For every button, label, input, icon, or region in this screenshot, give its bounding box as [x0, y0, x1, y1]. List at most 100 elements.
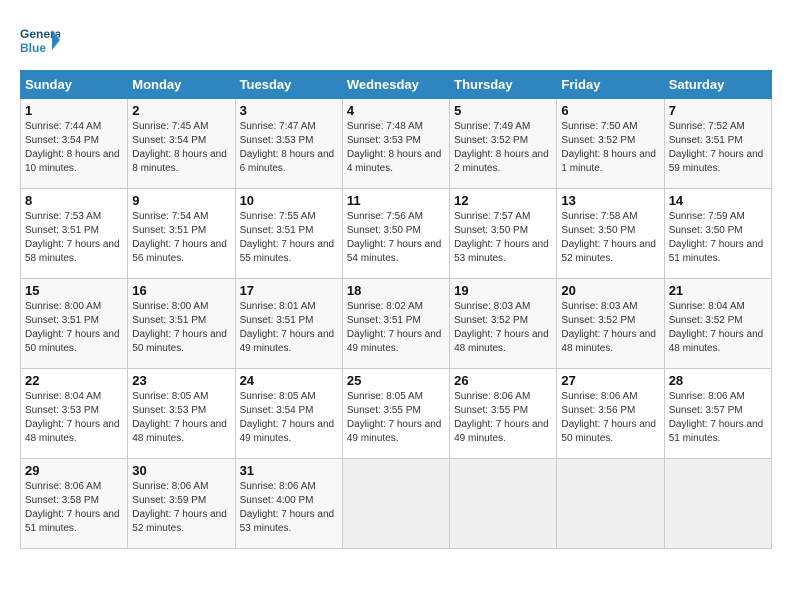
calendar-cell: 13 Sunrise: 7:58 AMSunset: 3:50 PMDayligh…	[557, 189, 664, 279]
day-number: 4	[347, 103, 445, 118]
day-number: 8	[25, 193, 123, 208]
day-info: Sunrise: 8:06 AMSunset: 3:57 PMDaylight:…	[669, 390, 767, 446]
day-number: 24	[240, 373, 338, 388]
day-info: Sunrise: 8:06 AMSunset: 3:59 PMDaylight:…	[132, 480, 230, 536]
day-info: Sunrise: 8:06 AMSunset: 3:55 PMDaylight:…	[454, 390, 552, 446]
day-info: Sunrise: 8:06 AMSunset: 3:56 PMDaylight:…	[561, 390, 659, 446]
calendar-cell: 28 Sunrise: 8:06 AMSunset: 3:57 PMDayligh…	[664, 369, 771, 459]
calendar-table: SundayMondayTuesdayWednesdayThursdayFrid…	[20, 70, 772, 549]
day-info: Sunrise: 8:04 AMSunset: 3:52 PMDaylight:…	[669, 300, 767, 356]
day-info: Sunrise: 7:56 AMSunset: 3:50 PMDaylight:…	[347, 210, 445, 266]
day-number: 12	[454, 193, 552, 208]
calendar-cell: 12Sunrise: 7:57 AMSunset: 3:50 PMDayligh…	[450, 189, 557, 279]
day-info: Sunrise: 7:55 AMSunset: 3:51 PMDaylight:…	[240, 210, 338, 266]
calendar-header-row: SundayMondayTuesdayWednesdayThursdayFrid…	[21, 71, 772, 99]
calendar-day-header: Tuesday	[235, 71, 342, 99]
day-number: 6	[561, 103, 659, 118]
calendar-cell: 31 Sunrise: 8:06 AMSunset: 4:00 PMDayligh…	[235, 459, 342, 549]
day-info: Sunrise: 7:44 AMSunset: 3:54 PMDaylight:…	[25, 120, 123, 176]
calendar-cell: 10 Sunrise: 7:55 AMSunset: 3:51 PMDayligh…	[235, 189, 342, 279]
calendar-cell: 24Sunrise: 8:05 AMSunset: 3:54 PMDayligh…	[235, 369, 342, 459]
calendar-cell	[450, 459, 557, 549]
day-number: 7	[669, 103, 767, 118]
day-number: 15	[25, 283, 123, 298]
day-info: Sunrise: 7:58 AMSunset: 3:50 PMDaylight:…	[561, 210, 659, 266]
calendar-cell: 7 Sunrise: 7:52 AMSunset: 3:51 PMDaylight…	[664, 99, 771, 189]
calendar-cell	[557, 459, 664, 549]
calendar-day-header: Wednesday	[342, 71, 449, 99]
day-number: 26	[454, 373, 552, 388]
calendar-week-row: 22 Sunrise: 8:04 AMSunset: 3:53 PMDayligh…	[21, 369, 772, 459]
svg-text:Blue: Blue	[20, 41, 46, 55]
day-info: Sunrise: 7:45 AMSunset: 3:54 PMDaylight:…	[132, 120, 230, 176]
day-info: Sunrise: 7:50 AMSunset: 3:52 PMDaylight:…	[561, 120, 659, 176]
day-info: Sunrise: 8:04 AMSunset: 3:53 PMDaylight:…	[25, 390, 123, 446]
calendar-day-header: Sunday	[21, 71, 128, 99]
calendar-cell: 17Sunrise: 8:01 AMSunset: 3:51 PMDayligh…	[235, 279, 342, 369]
day-number: 20	[561, 283, 659, 298]
day-number: 21	[669, 283, 767, 298]
day-number: 18	[347, 283, 445, 298]
calendar-cell: 5 Sunrise: 7:49 AMSunset: 3:52 PMDaylight…	[450, 99, 557, 189]
day-info: Sunrise: 7:49 AMSunset: 3:52 PMDaylight:…	[454, 120, 552, 176]
day-info: Sunrise: 8:00 AMSunset: 3:51 PMDaylight:…	[132, 300, 230, 356]
day-number: 13	[561, 193, 659, 208]
calendar-cell: 26 Sunrise: 8:06 AMSunset: 3:55 PMDayligh…	[450, 369, 557, 459]
calendar-cell: 19 Sunrise: 8:03 AMSunset: 3:52 PMDayligh…	[450, 279, 557, 369]
day-number: 5	[454, 103, 552, 118]
day-number: 11	[347, 193, 445, 208]
calendar-cell: 30 Sunrise: 8:06 AMSunset: 3:59 PMDayligh…	[128, 459, 235, 549]
calendar-cell: 3Sunrise: 7:47 AMSunset: 3:53 PMDaylight…	[235, 99, 342, 189]
calendar-cell: 22 Sunrise: 8:04 AMSunset: 3:53 PMDayligh…	[21, 369, 128, 459]
day-number: 28	[669, 373, 767, 388]
calendar-cell: 25 Sunrise: 8:05 AMSunset: 3:55 PMDayligh…	[342, 369, 449, 459]
calendar-cell: 15Sunrise: 8:00 AMSunset: 3:51 PMDayligh…	[21, 279, 128, 369]
calendar-cell: 23 Sunrise: 8:05 AMSunset: 3:53 PMDayligh…	[128, 369, 235, 459]
day-info: Sunrise: 8:02 AMSunset: 3:51 PMDaylight:…	[347, 300, 445, 356]
calendar-week-row: 8 Sunrise: 7:53 AMSunset: 3:51 PMDaylight…	[21, 189, 772, 279]
day-number: 31	[240, 463, 338, 478]
logo-icon: General Blue	[20, 20, 60, 60]
calendar-week-row: 15 Sunrise: 8:00 AMSunset: 3:51 PMDayligh…	[21, 279, 772, 369]
calendar-week-row: 29 Sunrise: 8:06 AMSunset: 3:58 PMDayligh…	[21, 459, 772, 549]
day-number: 29	[25, 463, 123, 478]
calendar-cell: 6 Sunrise: 7:50 AMSunset: 3:52 PMDaylight…	[557, 99, 664, 189]
day-number: 2	[132, 103, 230, 118]
calendar-cell: 11 Sunrise: 7:56 AMSunset: 3:50 PMDayligh…	[342, 189, 449, 279]
day-number: 1	[25, 103, 123, 118]
calendar-cell: 14Sunrise: 7:59 AMSunset: 3:50 PMDayligh…	[664, 189, 771, 279]
calendar-cell: 27 Sunrise: 8:06 AMSunset: 3:56 PMDayligh…	[557, 369, 664, 459]
calendar-day-header: Thursday	[450, 71, 557, 99]
calendar-cell	[342, 459, 449, 549]
day-info: Sunrise: 8:05 AMSunset: 3:53 PMDaylight:…	[132, 390, 230, 446]
day-number: 10	[240, 193, 338, 208]
day-info: Sunrise: 8:06 AMSunset: 3:58 PMDaylight:…	[25, 480, 123, 536]
logo: General Blue	[20, 20, 64, 60]
day-info: Sunrise: 8:05 AMSunset: 3:55 PMDaylight:…	[347, 390, 445, 446]
day-number: 25	[347, 373, 445, 388]
day-number: 30	[132, 463, 230, 478]
day-number: 17	[240, 283, 338, 298]
header: General Blue	[20, 20, 772, 60]
calendar-cell: 20Sunrise: 8:03 AMSunset: 3:52 PMDayligh…	[557, 279, 664, 369]
day-number: 27	[561, 373, 659, 388]
calendar-cell: 2 Sunrise: 7:45 AMSunset: 3:54 PMDaylight…	[128, 99, 235, 189]
day-info: Sunrise: 7:59 AMSunset: 3:50 PMDaylight:…	[669, 210, 767, 266]
day-number: 22	[25, 373, 123, 388]
day-info: Sunrise: 7:53 AMSunset: 3:51 PMDaylight:…	[25, 210, 123, 266]
calendar-cell: 16 Sunrise: 8:00 AMSunset: 3:51 PMDayligh…	[128, 279, 235, 369]
day-number: 16	[132, 283, 230, 298]
calendar-cell: 21 Sunrise: 8:04 AMSunset: 3:52 PMDayligh…	[664, 279, 771, 369]
day-number: 3	[240, 103, 338, 118]
calendar-week-row: 1 Sunrise: 7:44 AMSunset: 3:54 PMDaylight…	[21, 99, 772, 189]
calendar-cell	[664, 459, 771, 549]
day-number: 19	[454, 283, 552, 298]
day-info: Sunrise: 8:06 AMSunset: 4:00 PMDaylight:…	[240, 480, 338, 536]
calendar-cell: 1 Sunrise: 7:44 AMSunset: 3:54 PMDaylight…	[21, 99, 128, 189]
day-info: Sunrise: 7:52 AMSunset: 3:51 PMDaylight:…	[669, 120, 767, 176]
calendar-day-header: Friday	[557, 71, 664, 99]
day-info: Sunrise: 8:03 AMSunset: 3:52 PMDaylight:…	[454, 300, 552, 356]
calendar-cell: 8 Sunrise: 7:53 AMSunset: 3:51 PMDaylight…	[21, 189, 128, 279]
day-number: 23	[132, 373, 230, 388]
calendar-cell: 29 Sunrise: 8:06 AMSunset: 3:58 PMDayligh…	[21, 459, 128, 549]
